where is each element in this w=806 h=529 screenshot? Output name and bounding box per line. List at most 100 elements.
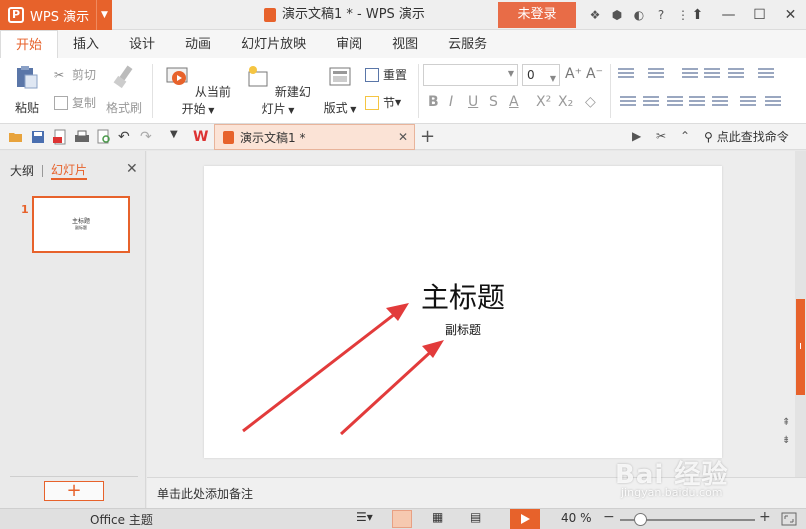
increase-indent-icon[interactable] <box>704 68 720 80</box>
help-icon[interactable]: ? <box>650 0 672 30</box>
notes-toggle-icon[interactable]: ☰▾ <box>356 510 376 528</box>
close-tab-icon[interactable]: ✕ <box>398 130 408 144</box>
scissors-icon: ✂ <box>54 67 65 82</box>
skin-icon[interactable]: ❖ <box>584 0 606 30</box>
vertical-scrollbar[interactable] <box>795 151 806 477</box>
paste-button[interactable]: 粘贴 <box>10 64 44 116</box>
tab-slides[interactable]: 幻灯片 <box>51 161 88 180</box>
window-controls: ⬆ — ☐ ✕ <box>682 0 806 30</box>
decrease-font-icon[interactable]: A⁻ <box>586 66 603 82</box>
cut-button[interactable]: ✂ 剪切 <box>54 66 96 83</box>
numbering-icon[interactable] <box>648 68 664 80</box>
login-button[interactable]: 未登录 <box>498 2 576 28</box>
text-direction-icon[interactable] <box>740 96 756 108</box>
copy-icon <box>54 95 68 110</box>
zoom-slider-knob[interactable] <box>634 513 647 526</box>
play-icon[interactable]: ▶ <box>632 129 648 145</box>
add-slide-button[interactable]: + <box>44 481 104 501</box>
slide-canvas[interactable]: 主标题 副标题 <box>204 166 722 458</box>
print-icon[interactable] <box>74 129 90 145</box>
upload-icon[interactable]: ⬆ <box>682 0 713 30</box>
arrow-to-subtitle <box>339 340 444 436</box>
title-bar: P WPS 演示 ▼ 演示文稿1 * - WPS 演示 未登录 ❖ ⬢ ◐ ? … <box>0 0 806 30</box>
slideshow-play-button[interactable] <box>510 509 540 529</box>
app-menu-button[interactable]: P WPS 演示 ▼ <box>0 0 112 30</box>
tab-view[interactable]: 视图 <box>377 30 433 58</box>
redo-icon[interactable]: ↷ <box>140 129 156 145</box>
superscript-icon[interactable]: X² <box>536 94 551 110</box>
shadow-icon[interactable]: S <box>489 94 498 110</box>
command-search[interactable]: ⚲ 点此查找命令 <box>704 128 789 145</box>
decrease-indent-icon[interactable] <box>682 68 698 80</box>
undo-icon[interactable]: ↶ <box>118 129 134 145</box>
zoom-slider[interactable] <box>620 513 755 526</box>
reading-view-icon[interactable]: ▤ <box>470 510 490 528</box>
clear-format-icon[interactable]: ◇ <box>585 94 596 110</box>
maximize-button[interactable]: ☐ <box>744 0 775 30</box>
slide-sorter-icon[interactable]: ▦ <box>432 510 452 528</box>
subscript-icon[interactable]: X₂ <box>558 94 573 110</box>
align-left-icon[interactable] <box>620 96 636 108</box>
font-family-select[interactable]: ▼ <box>423 64 518 86</box>
justify-icon[interactable] <box>689 96 705 108</box>
chevron-down-icon[interactable]: ▼ <box>96 0 112 30</box>
copy-button[interactable]: 复制 <box>54 94 96 111</box>
tab-slideshow[interactable]: 幻灯片放映 <box>226 30 321 58</box>
watermark-url: jingyan.baidu.com <box>621 486 723 499</box>
app-brand-label: WPS 演示 <box>30 9 90 25</box>
font-color-icon[interactable]: A <box>509 94 519 110</box>
format-painter-label: 格式刷 <box>105 101 142 115</box>
slide-thumbnail[interactable]: 主标题 副标题 <box>32 196 130 253</box>
format-painter-button[interactable]: 格式刷 <box>104 64 144 116</box>
minimize-button[interactable]: — <box>713 0 744 30</box>
zoom-in-icon[interactable]: + <box>759 509 771 525</box>
font-size-select[interactable]: 0 ▼ <box>522 64 560 86</box>
bold-icon[interactable]: B <box>428 94 439 110</box>
tab-review[interactable]: 审阅 <box>321 30 377 58</box>
bullets-icon[interactable] <box>618 68 634 80</box>
save-icon[interactable] <box>30 129 46 145</box>
normal-view-icon[interactable] <box>392 510 412 528</box>
new-slide-button[interactable]: 新建幻灯片 ▼ <box>240 64 316 117</box>
next-slide-icon[interactable]: ⇟ <box>782 436 790 446</box>
reset-button[interactable]: 重置 <box>365 66 407 83</box>
section-button[interactable]: 节 ▼ <box>365 94 401 111</box>
collapse-ribbon-icon[interactable]: ⌃ <box>680 129 696 145</box>
tab-insert[interactable]: 插入 <box>58 30 114 58</box>
increase-font-icon[interactable]: A⁺ <box>565 66 582 82</box>
prev-slide-icon[interactable]: ⇞ <box>782 418 790 428</box>
settings-icon[interactable]: ⬢ <box>606 0 628 30</box>
tools-icon[interactable]: ✂ <box>656 129 672 145</box>
open-folder-icon[interactable] <box>8 129 24 145</box>
close-button[interactable]: ✕ <box>775 0 806 30</box>
columns-icon[interactable] <box>758 68 774 80</box>
export-pdf-icon[interactable] <box>52 129 68 145</box>
section-icon <box>365 95 379 110</box>
tab-design[interactable]: 设计 <box>114 30 170 58</box>
tab-home[interactable]: 开始 <box>0 30 59 59</box>
customize-toolbar-icon[interactable]: ▼ <box>170 129 186 145</box>
document-tab[interactable]: 演示文稿1 * ✕ <box>214 124 415 150</box>
share-icon[interactable]: ◐ <box>628 0 650 30</box>
tab-outline[interactable]: 大纲 <box>10 162 34 179</box>
line-spacing-icon[interactable] <box>728 68 744 80</box>
wps-home-icon[interactable]: W <box>193 129 209 145</box>
distributed-icon[interactable] <box>712 96 728 108</box>
window-title-text: 演示文稿1 * - WPS 演示 <box>282 7 425 22</box>
play-from-current-button[interactable]: 从当前开始 ▼ <box>160 64 236 117</box>
new-tab-icon[interactable]: + <box>420 126 435 147</box>
underline-icon[interactable]: U <box>468 94 478 110</box>
tab-animation[interactable]: 动画 <box>170 30 226 58</box>
layout-label: 版式 <box>323 101 348 115</box>
close-panel-icon[interactable]: ✕ <box>126 161 138 177</box>
align-right-icon[interactable] <box>667 96 683 108</box>
zoom-out-icon[interactable]: − <box>603 509 615 525</box>
theme-name: Office 主题 <box>90 513 153 527</box>
align-center-icon[interactable] <box>643 96 659 108</box>
print-preview-icon[interactable] <box>96 129 112 145</box>
paragraph-icon[interactable] <box>765 96 781 108</box>
layout-button[interactable]: 版式 ▼ <box>320 64 360 116</box>
fit-to-window-icon[interactable] <box>780 511 798 527</box>
tab-cloud[interactable]: 云服务 <box>433 30 502 58</box>
italic-icon[interactable]: I <box>449 94 453 110</box>
